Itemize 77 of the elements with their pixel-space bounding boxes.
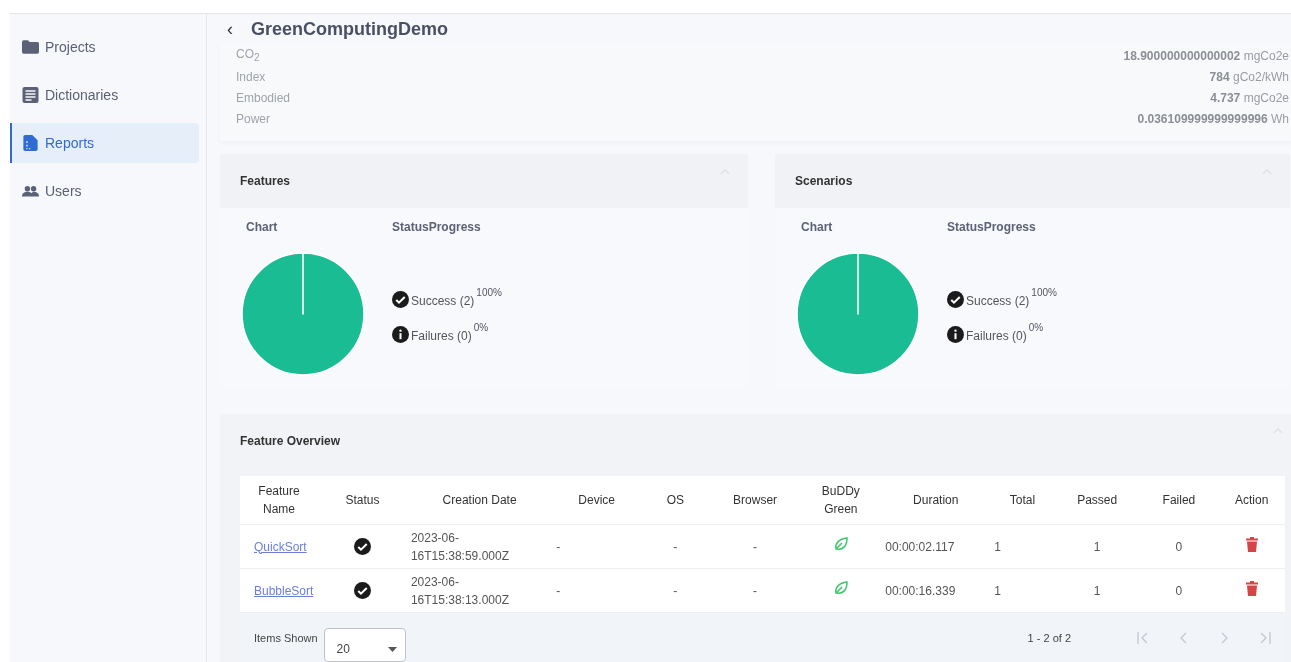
metric-label: Embodied [236,90,291,105]
status-label: Failures (0) [411,329,472,343]
status-percent: 0% [473,322,489,333]
table-cell: 00:00:02.117 [881,524,991,569]
metric-value: 4.737 mgCo2e [1210,90,1289,105]
check-circle-icon [947,291,964,308]
folder-icon [22,39,39,55]
table-cell: - [709,568,801,613]
column-label: StatusProgress [392,220,481,234]
table-cell: - [709,524,801,569]
items-shown-select[interactable]: 20 [323,628,406,662]
metric-value: 0.036109999999999996 Wh [1137,111,1289,126]
column-header: Action [1218,476,1285,525]
table-cell: 1 [1054,524,1140,569]
leaf-icon [833,537,848,551]
check-circle-icon [354,581,371,599]
leaf-icon [833,581,848,595]
table-cell: 1 [1054,568,1140,613]
panel-title: Features [240,174,291,188]
panel-title: Feature Overview [240,433,341,448]
sidebar-item[interactable]: Reports [10,123,199,163]
column-label: StatusProgress [947,220,1036,234]
column-header: BuDDy Green [800,476,882,525]
column-header: Failed [1139,476,1219,525]
status-percent: 100% [1031,287,1057,298]
check-circle-icon [392,291,409,308]
items-shown-label: Items Shown [254,632,318,644]
metric-label: Index [236,69,266,84]
column-label: Chart [246,220,278,234]
table-cell: - [641,568,710,613]
column-header: OS [641,476,710,525]
users-icon [22,183,39,199]
status-label: Failures (0) [966,329,1027,343]
metric-label: Power [236,111,270,126]
report-icon [22,135,39,151]
page-range: 1 - 2 of 2 [1027,632,1071,644]
info-circle-icon [392,326,409,343]
table-cell: - [641,524,710,569]
feature-link[interactable]: QuickSort [254,539,307,554]
table-cell: 0 [1139,568,1219,613]
column-header: Status [318,476,407,525]
table-cell: 00:00:16.339 [881,568,991,613]
table-cell: 0 [1139,524,1219,569]
check-circle-icon [354,537,371,555]
status-percent: 0% [1028,322,1044,333]
column-header: Feature Name [240,476,319,525]
page-title: GreenComputingDemo [251,19,448,40]
table-cell: - [552,524,642,569]
column-header: Total [990,476,1055,525]
column-header: Browser [709,476,801,525]
status-percent: 100% [476,287,502,298]
table-cell: 2023-06-16T15:38:59.000Z [406,524,553,569]
table-cell: 2023-06-16T15:38:13.000Z [406,568,553,613]
column-header: Passed [1054,476,1140,525]
column-header: Device [552,476,642,525]
dropdown-caret-icon [387,646,397,652]
table-cell: 1 [990,568,1055,613]
metric-value: 784 gCo2/kWh [1209,69,1289,84]
column-header: Creation Date [406,476,553,525]
sidebar-item[interactable]: Dictionaries [10,75,199,115]
column-header: Duration [881,476,991,525]
metric-value: 18.900000000000002 mgCo2e [1123,48,1289,63]
sidebar-item[interactable]: Users [10,171,199,211]
feature-link[interactable]: BubbleSort [254,583,314,598]
table-cell: - [552,568,642,613]
column-label: Chart [801,220,833,234]
info-circle-icon [947,326,964,343]
table-cell: 1 [990,524,1055,569]
trash-icon[interactable] [1245,580,1258,596]
panel-title: Scenarios [795,174,853,188]
trash-icon[interactable] [1245,536,1258,552]
status-label: Success (2) [411,294,475,308]
status-label: Success (2) [966,294,1030,308]
back-button[interactable]: ‹ [225,19,235,40]
sidebar-item[interactable]: Projects [10,27,199,67]
document-icon [22,87,39,103]
metric-label: CO$_{2}$ [236,47,260,64]
